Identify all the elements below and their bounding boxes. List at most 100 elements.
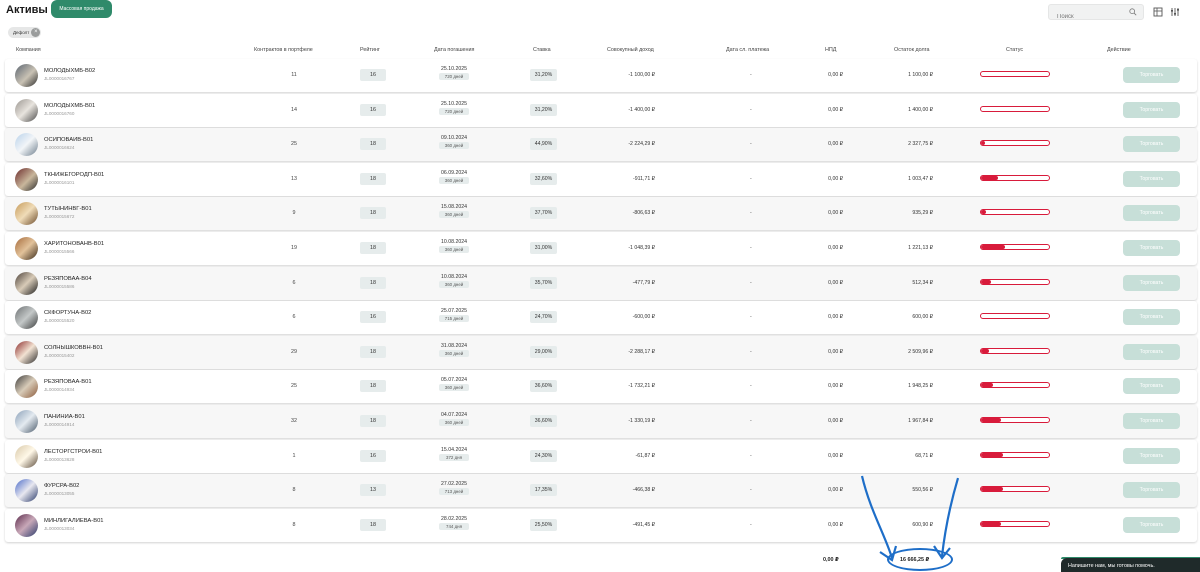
table-row[interactable]: СКФОРТУНА-B02 JL0000015520 6 16 25.07.2025 71…: [5, 301, 1197, 335]
trade-button[interactable]: Торговать: [1123, 447, 1180, 464]
col-maturity[interactable]: Дата погашения: [434, 47, 474, 53]
trade-button[interactable]: Торговать: [1123, 343, 1180, 360]
trade-button[interactable]: Торговать: [1123, 136, 1180, 153]
filter-chip-label: Дефолт: [13, 30, 30, 35]
trade-button[interactable]: Торговать: [1123, 516, 1180, 533]
trade-button[interactable]: Торговать: [1123, 482, 1180, 499]
table-row[interactable]: ЛЕСТОРГСТРОИ-B01 JL0000013628 1 16 15.04.202…: [5, 439, 1197, 473]
company-name[interactable]: РЕЗЯПОВАА-B01: [44, 379, 92, 385]
table-row[interactable]: СОЛНЫШКОВВН-B01 JL0000015402 29 18 31.08.202…: [5, 335, 1197, 369]
company-name[interactable]: МИНЛИГАЛИЕВА-B01: [44, 518, 104, 524]
company-code: JL0000013628: [44, 456, 75, 462]
company-name[interactable]: ТУТЫНИНВГ-B01: [44, 206, 92, 212]
table-row[interactable]: РЕЗЯПОВАА-B04 JL0000015586 6 18 10.08.2024 36…: [5, 266, 1197, 300]
search-input[interactable]: [1049, 10, 1125, 24]
col-rating[interactable]: Рейтинг: [360, 47, 380, 53]
status-progress-bar: [980, 347, 1050, 354]
status-progress-fill: [981, 279, 991, 284]
contracts-count: 9: [292, 210, 296, 217]
rate-badge: 44,90%: [530, 138, 557, 151]
debt-remainder: 600,00 ₽: [912, 314, 933, 321]
company-name[interactable]: ХАРИТОНОВАНВ-B01: [44, 241, 104, 247]
trade-button[interactable]: Торговать: [1123, 170, 1180, 187]
maturity-date: 10.08.2024 360 дней: [434, 239, 474, 253]
table-row[interactable]: МИНЛИГАЛИЕВА-B01 JL0000013034 8 18 28.02.202…: [5, 508, 1197, 542]
maturity-date-value: 10.08.2024: [441, 239, 467, 245]
company-name[interactable]: СОЛНЫШКОВВН-B01: [44, 345, 103, 351]
contracts-count: 6: [292, 279, 296, 286]
page-title: Активы: [6, 4, 48, 16]
col-next-payment[interactable]: Дата сл. платежа: [726, 47, 769, 53]
maturity-date-value: 09.10.2024: [441, 135, 467, 142]
company-avatar: [15, 444, 38, 468]
npd-value: 0,00 ₽: [828, 175, 843, 182]
table-view-icon[interactable]: [1153, 7, 1163, 17]
company-name[interactable]: РЕЗЯПОВАА-B04: [44, 276, 92, 282]
trade-button[interactable]: Торговать: [1123, 274, 1180, 291]
table-row[interactable]: РЕЗЯПОВАА-B01 JL0000014934 25 18 05.07.2024 3…: [5, 370, 1197, 404]
col-contracts[interactable]: Контрактов в портфеле: [254, 47, 313, 53]
contracts-count: 11: [291, 72, 297, 78]
days-badge: 720 дней: [439, 107, 469, 115]
assets-page: Активы Массовая продажа Дефолт × Компани…: [0, 0, 1200, 572]
col-income[interactable]: Совокупный доход: [607, 47, 654, 53]
company-name[interactable]: МОЛОДЫХМБ-B02: [44, 68, 95, 74]
table-row[interactable]: ПАНИНИА-B01 JL0000014914 32 18 04.07.2024 360…: [5, 405, 1197, 438]
col-npd[interactable]: НПД: [825, 47, 836, 53]
contracts-count: 8: [292, 521, 296, 528]
status-progress-bar: [980, 278, 1050, 285]
filter-chip-default[interactable]: Дефолт ×: [8, 27, 42, 38]
table-row[interactable]: ТКНИЖЕГОРОДП-B01 JL0000016101 13 18 06.09.20…: [5, 162, 1197, 196]
status-progress-fill: [981, 141, 986, 146]
company-name[interactable]: СКФОРТУНА-B02: [44, 310, 91, 316]
col-company[interactable]: Компания: [16, 47, 41, 53]
npd-value: 0,00 ₽: [828, 383, 843, 390]
table-row[interactable]: ФУРСРА-B02 JL0000013055 8 13 27.02.2025 713 д…: [5, 474, 1197, 508]
trade-button[interactable]: Торговать: [1123, 413, 1180, 429]
company-name[interactable]: ТКНИЖЕГОРОДП-B01: [44, 172, 104, 178]
company-name[interactable]: ОСИПОВАИВ-B01: [44, 137, 93, 143]
mass-sale-button[interactable]: Массовая продажа: [51, 0, 112, 18]
trade-button[interactable]: Торговать: [1123, 240, 1180, 256]
status-progress-bar: [980, 451, 1050, 458]
maturity-date-value: 25.07.2025: [441, 308, 467, 315]
company-code: JL0000016767: [44, 76, 75, 81]
search-box[interactable]: [1048, 4, 1144, 24]
chat-widget[interactable]: Напишите нам, мы готовы помочь.: [1061, 558, 1200, 572]
days-badge: 360 дней: [439, 280, 469, 288]
trade-button[interactable]: Торговать: [1123, 67, 1180, 83]
trade-button[interactable]: Торговать: [1123, 309, 1180, 326]
col-rate[interactable]: Ставка: [533, 47, 551, 53]
contracts-count: 29: [291, 348, 297, 355]
days-badge: 360 дней: [439, 384, 469, 392]
table-row[interactable]: МОЛОДЫХМБ-B02 JL0000016767 11 16 25.10.2025 7…: [5, 59, 1197, 92]
total-income: -1 330,19 ₽: [628, 418, 655, 424]
trade-button[interactable]: Торговать: [1123, 205, 1180, 222]
table-row[interactable]: ТУТЫНИНВГ-B01 JL0000015672 9 18 15.08.2024 36…: [5, 197, 1197, 231]
rating-badge: 16: [360, 69, 386, 81]
table-row[interactable]: МОЛОДЫХМБ-B01 JL0000016760 14 16 25.10.2025 7…: [5, 93, 1197, 127]
maturity-date-value: 28.02.2025: [441, 515, 467, 522]
trade-button[interactable]: Торговать: [1123, 378, 1180, 395]
company-name[interactable]: ФУРСРА-B02: [44, 483, 79, 489]
rate-badge: 32,60%: [530, 172, 557, 185]
status-progress-fill: [981, 418, 1002, 422]
table-row[interactable]: ХАРИТОНОВАНВ-B01 JL0000015566 19 18 10.08.20…: [5, 232, 1197, 265]
trade-button[interactable]: Торговать: [1123, 101, 1180, 118]
company-avatar: [15, 64, 38, 87]
next-payment-date: -: [750, 245, 752, 251]
total-income: -466,38 ₽: [632, 487, 655, 494]
company-name[interactable]: ЛЕСТОРГСТРОИ-B01: [44, 449, 102, 455]
total-income: -1 732,21 ₽: [628, 383, 655, 390]
settings-sliders-icon[interactable]: [1170, 7, 1180, 17]
next-payment-date: -: [750, 314, 752, 321]
company-name[interactable]: МОЛОДЫХМБ-B01: [44, 103, 95, 109]
col-debt[interactable]: Остаток долга: [894, 47, 929, 53]
company-name[interactable]: ПАНИНИА-B01: [44, 414, 85, 420]
table-row[interactable]: ОСИПОВАИВ-B01 JL0000016624 25 18 09.10.2024 3…: [5, 128, 1197, 162]
company-avatar: [15, 271, 38, 295]
status-progress-bar: [980, 417, 1050, 423]
rating-badge: 16: [360, 311, 386, 324]
close-icon[interactable]: ×: [31, 28, 41, 37]
status-progress-fill: [981, 210, 987, 215]
